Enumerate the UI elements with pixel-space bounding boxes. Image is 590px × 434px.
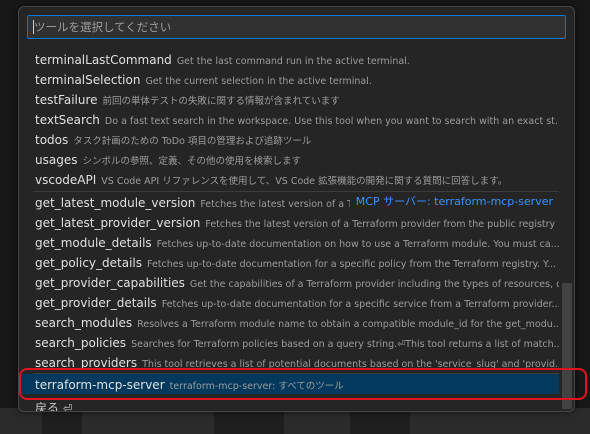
list-item[interactable]: get_policy_details Fetches up-to-date doc… — [19, 252, 559, 272]
list-item-selected[interactable]: terraform-mcp-server terraform-mcp-server… — [19, 374, 559, 394]
item-name: todos — [35, 133, 69, 147]
item-description: 前回の単体テストの失敗に関する情報が含まれています — [102, 96, 340, 107]
item-name: search_policies — [35, 336, 127, 350]
item-name: get_latest_module_version — [35, 196, 196, 210]
list-item[interactable]: vscodeAPI VS Code API リファレンスを使用して、VS Code… — [19, 169, 559, 189]
tool-list: terminalLastCommand Get the last command … — [19, 47, 574, 412]
item-description: Fetches up-to-date documentation on how … — [156, 239, 559, 250]
scrollbar[interactable] — [562, 283, 572, 409]
item-description: Get the capabilities of a Terraform prov… — [189, 279, 559, 290]
quick-pick: terminalLastCommand Get the last command … — [18, 6, 575, 412]
item-name: textSearch — [35, 113, 100, 127]
item-name: terminalLastCommand — [35, 53, 172, 67]
item-description: This tool retrieves a list of potential … — [142, 359, 559, 370]
item-description: terraform-mcp-server: すべてのツール — [169, 381, 344, 392]
item-description: VS Code API リファレンスを使用して、VS Code 拡張機能の開発に… — [101, 176, 508, 187]
list-item[interactable]: testFailure 前回の単体テストの失敗に関する情報が含まれています — [19, 89, 559, 109]
list-item[interactable]: get_latest_provider_version Fetches the l… — [19, 212, 559, 232]
item-name: get_provider_details — [35, 296, 157, 310]
item-description: シンボルの参照、定義、その他の使用を検索します — [82, 156, 301, 167]
item-description: Do a fast text search in the workspace. … — [104, 116, 559, 127]
item-name: testFailure — [35, 93, 98, 107]
item-description: Resolves a Terraform module name to obta… — [137, 319, 559, 330]
list-item[interactable]: textSearch Do a fast text search in the w… — [19, 109, 559, 129]
item-description: タスク計画のための ToDo 項目の管理および追跡ツール — [73, 136, 312, 147]
list-item[interactable]: search_providers This tool retrieves a li… — [19, 352, 559, 372]
group-label: MCP サーバー: terraform-mcp-server — [349, 192, 553, 212]
list-item[interactable]: get_provider_details Fetches up-to-date d… — [19, 292, 559, 312]
return-icon: ⏎ — [63, 402, 73, 412]
item-name: terraform-mcp-server — [35, 378, 165, 392]
item-name: get_module_details — [35, 236, 152, 250]
item-name: get_provider_capabilities — [35, 276, 185, 290]
back-button[interactable]: 戻る ⏎ — [35, 398, 73, 412]
back-label: 戻る — [35, 401, 60, 412]
item-description: Get the last command run in the active t… — [176, 56, 410, 67]
item-name: get_policy_details — [35, 256, 143, 270]
item-description: Fetches up-to-date documentation for a s… — [147, 259, 556, 270]
list-item[interactable]: get_provider_capabilities Get the capabil… — [19, 272, 559, 292]
list-item[interactable]: todos タスク計画のための ToDo 項目の管理および追跡ツール — [19, 129, 559, 149]
item-description: Searches for Terraform policies based on… — [131, 339, 559, 350]
item-name: get_latest_provider_version — [35, 216, 201, 230]
item-description: Fetches the latest version of a Terrafor… — [205, 219, 556, 230]
item-name: usages — [35, 153, 78, 167]
list-item[interactable]: get_module_details Fetches up-to-date doc… — [19, 232, 559, 252]
search-input[interactable] — [28, 16, 565, 38]
list-item[interactable]: terminalSelection Get the current selecti… — [19, 69, 559, 89]
item-name: search_modules — [35, 316, 133, 330]
list-item[interactable]: search_modules Resolves a Terraform modul… — [19, 312, 559, 332]
list-item[interactable]: terminalLastCommand Get the last command … — [19, 49, 559, 69]
item-description: Fetches up-to-date documentation for a s… — [161, 299, 559, 310]
list-item[interactable]: search_policies Searches for Terraform po… — [19, 332, 559, 352]
item-name: search_providers — [35, 356, 138, 370]
item-description: Get the current selection in the active … — [145, 76, 372, 87]
item-name: vscodeAPI — [35, 173, 97, 187]
search-box[interactable] — [27, 15, 566, 39]
item-name: terminalSelection — [35, 73, 141, 87]
list-item[interactable]: usages シンボルの参照、定義、その他の使用を検索します — [19, 149, 559, 169]
list-item[interactable]: get_latest_module_version Fetches the lat… — [19, 192, 559, 212]
